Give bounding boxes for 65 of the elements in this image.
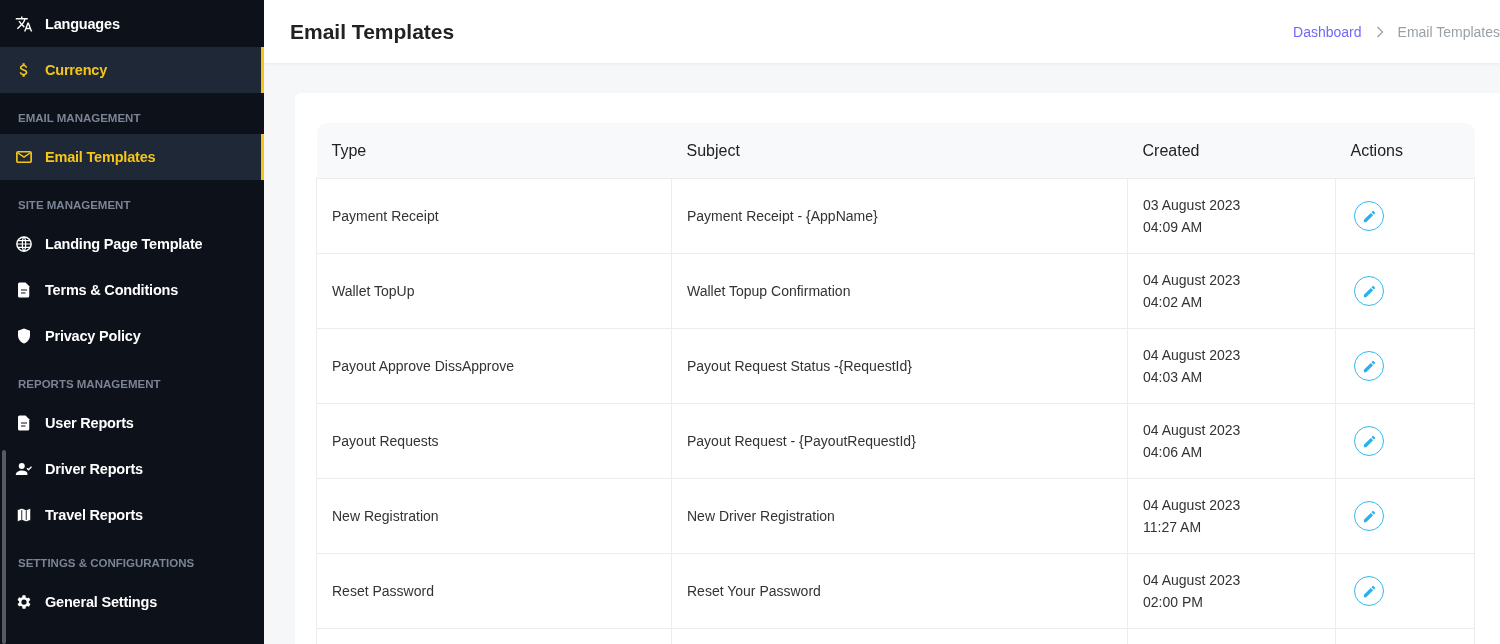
pencil-icon — [1361, 433, 1377, 449]
date-text: 04 August 2023 — [1143, 271, 1242, 290]
scrollbar[interactable] — [2, 450, 6, 644]
date-text: 04 August 2023 — [1143, 346, 1242, 365]
sidebar-item[interactable]: Currency — [0, 47, 264, 93]
time-text: 11:27 AM — [1143, 518, 1203, 537]
map-icon — [15, 506, 33, 524]
edit-button[interactable] — [1354, 426, 1384, 456]
settings-icon — [15, 593, 33, 611]
time-text: 04:09 AM — [1143, 218, 1204, 237]
edit-button[interactable] — [1354, 501, 1384, 531]
date-text: 04 August 2023 — [1143, 421, 1242, 440]
section-heading: SITE MANAGEMENT — [17, 198, 132, 213]
column-header: Type — [316, 123, 672, 179]
sidebar-item[interactable]: Travel Reports — [0, 492, 264, 538]
edit-button[interactable] — [1354, 351, 1384, 381]
sidebar-item[interactable]: Privacy Policy — [0, 313, 264, 359]
pencil-icon — [1361, 208, 1377, 224]
edit-button[interactable] — [1354, 576, 1384, 606]
column-header: Subject — [671, 123, 1128, 179]
time-text: 04:02 AM — [1143, 293, 1204, 312]
table-cell: Wallet Topup Confirmation — [671, 253, 1128, 329]
table-cell: Reset Password — [316, 553, 672, 629]
sidebar-item[interactable]: Email Templates — [0, 134, 264, 180]
sidebar-item[interactable]: Terms & Conditions — [0, 267, 264, 313]
pencil-icon — [1361, 583, 1377, 599]
translate-icon — [15, 15, 33, 33]
column-header: Actions — [1335, 123, 1475, 179]
table-cell: Reset Your Password — [671, 553, 1128, 629]
sidebar-item[interactable]: General Settings — [0, 579, 264, 625]
date-text: 03 August 2023 — [1143, 196, 1242, 215]
table-cell: Payout Requests — [316, 403, 672, 479]
section-heading: EMAIL MANAGEMENT — [17, 111, 142, 126]
time-text: 04:03 AM — [1143, 368, 1204, 387]
pencil-icon — [1361, 283, 1377, 299]
pencil-icon — [1361, 508, 1377, 524]
column-header: Created — [1127, 123, 1336, 179]
breadcrumb-link[interactable]: Dashboard — [1293, 23, 1362, 40]
sidebar-item[interactable]: Languages — [0, 1, 264, 47]
table-cell: Payment Receipt - {AppName} — [671, 178, 1128, 254]
envelope-icon — [15, 148, 33, 166]
edit-button[interactable] — [1354, 276, 1384, 306]
sidebar-item[interactable]: Driver Reports — [0, 446, 264, 492]
table-cell: Wallet TopUp — [316, 253, 672, 329]
table-cell: Payout Approve DissApprove — [316, 328, 672, 404]
shield-icon — [15, 327, 33, 345]
table-cell: Payout Request Status -{RequestId} — [671, 328, 1128, 404]
page-title: Email Templates — [290, 19, 455, 44]
date-text: 04 August 2023 — [1143, 571, 1242, 590]
time-text: 02:00 PM — [1143, 593, 1204, 612]
time-text: 04:06 AM — [1143, 443, 1204, 462]
table-cell: New Registration — [316, 478, 672, 554]
section-heading: SETTINGS & CONFIGURATIONS — [17, 556, 196, 571]
person-check-icon — [15, 460, 33, 478]
chevron-icon — [1375, 25, 1384, 38]
pencil-icon — [1361, 358, 1377, 374]
edit-button[interactable] — [1354, 201, 1384, 231]
globe-icon — [15, 235, 33, 253]
sidebar-item[interactable]: User Reports — [0, 400, 264, 446]
section-heading: REPORTS MANAGEMENT — [17, 377, 162, 392]
date-text: 04 August 2023 — [1143, 496, 1242, 515]
sidebar-item[interactable]: Landing Page Template — [0, 221, 264, 267]
table-cell: Payout Request - {PayoutRequestId} — [671, 403, 1128, 479]
table-cell: Payment Receipt — [316, 178, 672, 254]
table-cell: New Driver Registration — [671, 478, 1128, 554]
